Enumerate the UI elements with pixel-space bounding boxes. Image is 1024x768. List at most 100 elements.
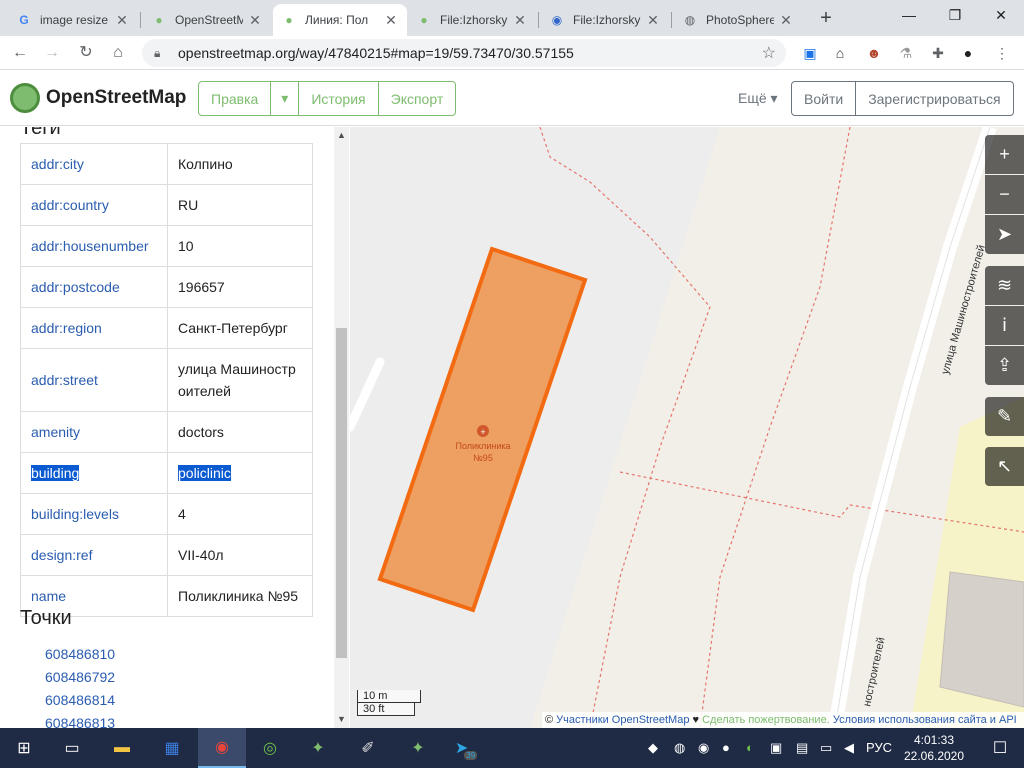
layers-icon[interactable]: ≋: [985, 266, 1024, 305]
volume-icon[interactable]: ◀: [844, 740, 854, 756]
scale-meters: 10 m: [357, 690, 421, 703]
app-calendar-icon[interactable]: ▦: [148, 728, 196, 768]
tray-app-icon[interactable]: ◐: [746, 740, 754, 755]
bookmark-star-icon[interactable]: ☆: [762, 43, 776, 63]
tab-image-resize[interactable]: G image resize ✕: [8, 4, 138, 36]
paint-icon[interactable]: ✐: [344, 728, 392, 768]
close-tab-icon[interactable]: ✕: [778, 12, 794, 29]
tray-app-icon[interactable]: ◆: [648, 740, 658, 756]
task-view-icon[interactable]: ▭: [48, 728, 96, 768]
tag-value: улица Машиностроителей: [167, 348, 313, 412]
tag-key[interactable]: addr:street: [20, 348, 168, 412]
tag-key[interactable]: addr:postcode: [20, 266, 168, 308]
address-url: openstreetmap.org/way/47840215#map=19/59…: [178, 45, 574, 61]
tray-app-icon[interactable]: ◉: [698, 740, 709, 756]
close-tab-icon[interactable]: ✕: [383, 12, 399, 29]
osm-header: OpenStreetMap Правка ▾ История Экспорт Е…: [0, 71, 1024, 126]
close-tab-icon[interactable]: ✕: [645, 12, 661, 29]
osm-logo[interactable]: OpenStreetMap: [10, 83, 186, 113]
tags-heading: Теги: [20, 127, 61, 139]
terms-link[interactable]: Условия использования сайта и API: [833, 714, 1017, 726]
tray-app-icon[interactable]: ▤: [796, 740, 808, 756]
extensions-puzzle-icon[interactable]: ✚: [928, 43, 948, 63]
new-tab-button[interactable]: +: [812, 6, 840, 30]
tag-key-selected[interactable]: building: [20, 452, 168, 494]
tag-key[interactable]: addr:country: [20, 184, 168, 226]
tab-file-izhorsky-1[interactable]: ● File:Izhorsky ✕: [408, 4, 536, 36]
tab-file-izhorsky-2[interactable]: ◉ File:Izhorsky ✕: [541, 4, 669, 36]
signup-button[interactable]: Зарегистрироваться: [855, 81, 1014, 116]
tab-openstreetmap[interactable]: ● OpenStreetM ✕: [143, 4, 271, 36]
close-window-icon[interactable]: ✕: [978, 0, 1024, 30]
chrome-taskbar-icon[interactable]: ◉: [198, 728, 246, 768]
edit-dropdown-caret-icon[interactable]: ▾: [270, 81, 300, 116]
tag-key[interactable]: addr:city: [20, 143, 168, 185]
zoom-out-button[interactable]: −: [985, 175, 1024, 214]
qgis-icon[interactable]: ◎: [246, 728, 294, 768]
auth-button-group: Войти Зарегистрироваться: [791, 81, 1014, 116]
tag-key[interactable]: building:levels: [20, 493, 168, 535]
minimize-window-icon[interactable]: —: [886, 0, 932, 30]
tray-app-icon[interactable]: ●: [722, 740, 730, 755]
history-button[interactable]: История: [298, 81, 379, 116]
josm-icon[interactable]: ✦: [394, 728, 442, 768]
login-button[interactable]: Войти: [791, 81, 857, 116]
back-icon[interactable]: ←: [8, 41, 32, 65]
query-features-icon[interactable]: ↖: [985, 447, 1024, 486]
close-tab-icon[interactable]: ✕: [512, 12, 528, 29]
tag-key[interactable]: amenity: [20, 411, 168, 453]
close-tab-icon[interactable]: ✕: [114, 12, 130, 29]
extension-avatar-icon[interactable]: ☻: [864, 43, 884, 63]
tray-app-icon[interactable]: ▣: [770, 740, 782, 756]
tag-key[interactable]: addr:housenumber: [20, 225, 168, 267]
reload-icon[interactable]: ↻: [74, 41, 98, 65]
donate-link[interactable]: Сделать пожертвование.: [702, 714, 830, 726]
info-icon[interactable]: ⅰ: [985, 306, 1024, 345]
close-tab-icon[interactable]: ✕: [247, 12, 263, 29]
telegram-icon[interactable]: ➤ 39: [442, 728, 490, 768]
map-view[interactable]: + Поликлиника №95 улица Машиностроителей…: [350, 127, 1024, 728]
extension-museum-icon[interactable]: ⌂: [830, 43, 850, 63]
extension-flask-icon[interactable]: ⚗: [896, 43, 916, 63]
tag-key[interactable]: addr:region: [20, 307, 168, 349]
point-link[interactable]: 608486792: [45, 666, 115, 689]
tag-value-link[interactable]: doctors: [167, 411, 313, 453]
tag-key[interactable]: design:ref: [20, 534, 168, 576]
josm-icon[interactable]: ✦: [294, 728, 342, 768]
tab-way-active[interactable]: ● Линия: Пол ✕: [273, 4, 407, 36]
export-button[interactable]: Экспорт: [377, 81, 457, 116]
chrome-menu-icon[interactable]: ⋮: [992, 43, 1012, 63]
notifications-icon[interactable]: ☐: [976, 728, 1024, 768]
add-note-icon[interactable]: ✎: [985, 397, 1024, 436]
profile-avatar-icon[interactable]: ●: [958, 43, 978, 63]
locate-icon[interactable]: ➤: [985, 215, 1024, 254]
scroll-down-arrow-icon[interactable]: ▼: [334, 712, 349, 726]
tab-title: Линия: Пол: [305, 13, 369, 27]
home-icon[interactable]: ⌂: [106, 41, 130, 65]
point-link[interactable]: 608486813: [45, 712, 115, 728]
share-icon[interactable]: ⇪: [985, 346, 1024, 385]
restore-window-icon[interactable]: ❐: [932, 0, 978, 30]
tab-title: File:Izhorsky: [440, 13, 508, 27]
extension-image-icon[interactable]: ▣: [800, 43, 820, 63]
sidebar-scrollbar-thumb[interactable]: [336, 328, 347, 658]
file-explorer-icon[interactable]: ▬: [98, 728, 146, 768]
address-bar[interactable]: 🔒︎ openstreetmap.org/way/47840215#map=19…: [142, 39, 786, 67]
clock[interactable]: 4:01:33 22.06.2020: [898, 732, 970, 764]
edit-button[interactable]: Правка: [198, 81, 272, 116]
zoom-in-button[interactable]: +: [985, 135, 1024, 174]
windows-start-icon[interactable]: ⊞: [0, 728, 48, 768]
tab-photosphere[interactable]: ◍ PhotoSphere ✕: [674, 4, 802, 36]
tag-value-selected[interactable]: policlinic: [167, 452, 313, 494]
attribution-contributors-link[interactable]: Участники OpenStreetMap: [556, 714, 689, 726]
input-language[interactable]: РУС: [866, 740, 892, 755]
forward-icon[interactable]: →: [40, 41, 64, 65]
more-menu[interactable]: Ещё ▾: [738, 90, 778, 107]
network-icon[interactable]: ▭: [820, 740, 832, 756]
point-link[interactable]: 608486814: [45, 689, 115, 712]
map-attribution: © Участники OpenStreetMap ♥ Сделать поже…: [542, 712, 1024, 728]
table-row: addr:postcode 196657: [20, 266, 313, 308]
scroll-up-arrow-icon[interactable]: ▲: [334, 128, 349, 142]
point-link[interactable]: 608486810: [45, 643, 115, 666]
tray-app-icon[interactable]: ◍: [674, 740, 685, 756]
